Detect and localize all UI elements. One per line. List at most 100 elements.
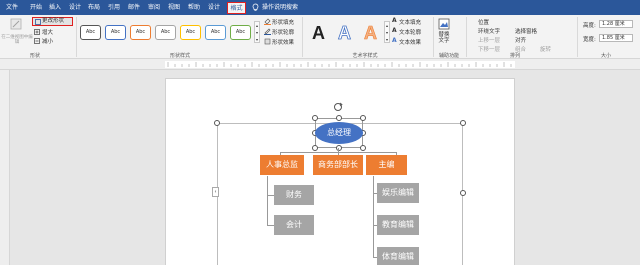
width-label: 宽度: [583,37,596,43]
org-node-finance[interactable]: 财务 [274,185,314,205]
group-divider [433,17,434,57]
shape-style-2[interactable]: Abc [105,25,126,40]
height-field[interactable]: 1.28 厘米 [599,20,633,28]
frame-handle-middle-right[interactable] [460,190,466,196]
change-shape-label: 更改形状 [42,18,65,24]
root-handle-tl[interactable] [312,115,318,121]
shape-style-3[interactable]: Abc [130,25,151,40]
shape-icon [35,19,41,25]
change-shape-button[interactable]: 更改形状 [32,17,73,26]
frame-expand-tab[interactable]: ‹ [212,187,219,197]
ribbon-tab-bar: 文件 开始 插入 设计 布局 引用 邮件 审阅 视图 帮助 设计 格式 操作说明… [0,0,640,15]
tab-design[interactable]: 设计 [67,2,83,14]
tab-format[interactable]: 格式 [227,2,246,14]
shape-style-1[interactable]: Abc [80,25,101,40]
edit-in-2d-label[interactable]: 在二维视图中编辑 [1,35,33,45]
send-backward-button[interactable]: 下移一层 [478,45,500,53]
ribbon: 在二维视图中编辑 更改形状 增大 减小 形状 Abc Abc Abc Abc A… [0,15,640,59]
alt-text-button[interactable]: 替换文字 [436,32,452,44]
shape-effects-icon [264,38,271,45]
wordart-group-label: 艺术字样式 [352,53,378,59]
group-divider [76,17,77,57]
tab-view[interactable]: 视图 [166,2,182,14]
edit-2d-icon[interactable] [10,18,22,30]
smaller-button[interactable]: 减小 [42,37,53,45]
root-handle-tr[interactable] [360,115,366,121]
frame-handle-top-left[interactable] [214,120,220,126]
shape-outline-button[interactable]: 形状轮廓 [272,28,294,36]
document-canvas[interactable]: ‹ 总经理 人事总监 商务部部长 主编 财务 会计 娱乐编辑 教育编辑 体育编辑 [10,70,640,265]
align-button[interactable]: 对齐 [515,36,526,44]
shape-effects-button[interactable]: 形状效果 [272,38,294,46]
org-node-root[interactable]: 总经理 [315,122,363,144]
tab-smartart-design[interactable]: 设计 [206,2,222,14]
wordart-style-orange[interactable]: A [364,23,378,44]
accessibility-group-label: 辅助功能 [438,53,459,59]
org-node-entertainment-editor[interactable]: 娱乐编辑 [377,183,419,203]
width-field[interactable]: 1.85 厘米 [599,34,633,42]
shape-styles-group-label: 形状样式 [169,53,190,59]
tab-references[interactable]: 引用 [106,2,122,14]
tab-layout[interactable]: 布局 [86,2,102,14]
rotate-handle-icon[interactable] [333,102,343,112]
org-node-business-head[interactable]: 商务部部长 [313,155,363,175]
text-fill-button[interactable]: 文本填充 [399,18,421,26]
text-outline-icon: A [392,27,397,34]
text-fill-icon: A [392,17,397,24]
alt-text-icon [438,18,450,30]
shape-style-4[interactable]: Abc [155,25,176,40]
bring-forward-button[interactable]: 上移一层 [478,36,500,44]
lightbulb-icon [252,3,259,11]
selection-pane-button[interactable]: 选择窗格 [515,27,537,35]
connector-hr-child-1 [267,195,274,196]
text-effects-icon: A [392,37,397,44]
shape-fill-icon [264,18,271,25]
tab-review[interactable]: 审阅 [146,2,162,14]
org-node-hr-director[interactable]: 人事总监 [260,155,304,175]
shape-group-label: 形状 [29,53,40,59]
height-label: 高度: [583,23,596,29]
arrange-group-label: 排列 [509,53,520,59]
vertical-ruler[interactable] [0,70,10,265]
shape-styles-more-button[interactable]: ▴ ▾ ▾ [254,21,260,43]
smaller-icon [34,38,40,44]
tab-file[interactable]: 文件 [4,2,20,14]
wordart-style-black[interactable]: A [312,23,325,44]
text-effects-button[interactable]: 文本效果 [399,38,421,46]
text-outline-button[interactable]: 文本轮廓 [399,28,421,36]
org-node-sports-editor[interactable]: 体育编辑 [377,247,419,265]
org-node-chief-editor[interactable]: 主编 [366,155,407,175]
size-group-label: 大小 [600,53,611,59]
shape-style-6[interactable]: Abc [205,25,226,40]
root-handle-br[interactable] [360,145,366,151]
position-button[interactable]: 位置 [478,18,489,26]
root-handle-bc[interactable] [336,145,342,151]
wrap-text-button[interactable]: 环绕文字 [478,27,500,35]
org-node-education-editor[interactable]: 教育编辑 [377,215,419,235]
group-divider [302,17,303,57]
larger-button[interactable]: 增大 [42,28,53,36]
tell-me-search[interactable]: 操作说明搜索 [262,2,302,14]
shape-style-5[interactable]: Abc [180,25,201,40]
wordart-more-button[interactable]: ▴ ▾ ▾ [384,21,390,43]
tab-help[interactable]: 帮助 [186,2,202,14]
shape-style-7[interactable]: Abc [230,25,251,40]
tab-insert[interactable]: 插入 [47,2,63,14]
group-divider [577,17,578,57]
frame-handle-top-right[interactable] [460,120,466,126]
group-divider [466,17,467,57]
connector-hr-trunk [267,176,268,226]
rotate-button[interactable]: 旋转 [540,45,551,53]
connector-hr-child-2 [267,225,274,226]
org-node-accountant[interactable]: 会计 [274,215,314,235]
shape-fill-button[interactable]: 形状填充 [272,18,294,26]
horizontal-ruler[interactable] [0,59,640,70]
root-handle-bl[interactable] [312,145,318,151]
tab-home[interactable]: 开始 [28,2,44,14]
shape-outline-icon [264,28,271,35]
connector-editor-trunk [373,176,374,258]
root-handle-tc[interactable] [336,115,342,121]
ruler-ticks [167,62,512,67]
tab-mailings[interactable]: 邮件 [126,2,142,14]
wordart-style-outline[interactable]: A [338,23,352,44]
